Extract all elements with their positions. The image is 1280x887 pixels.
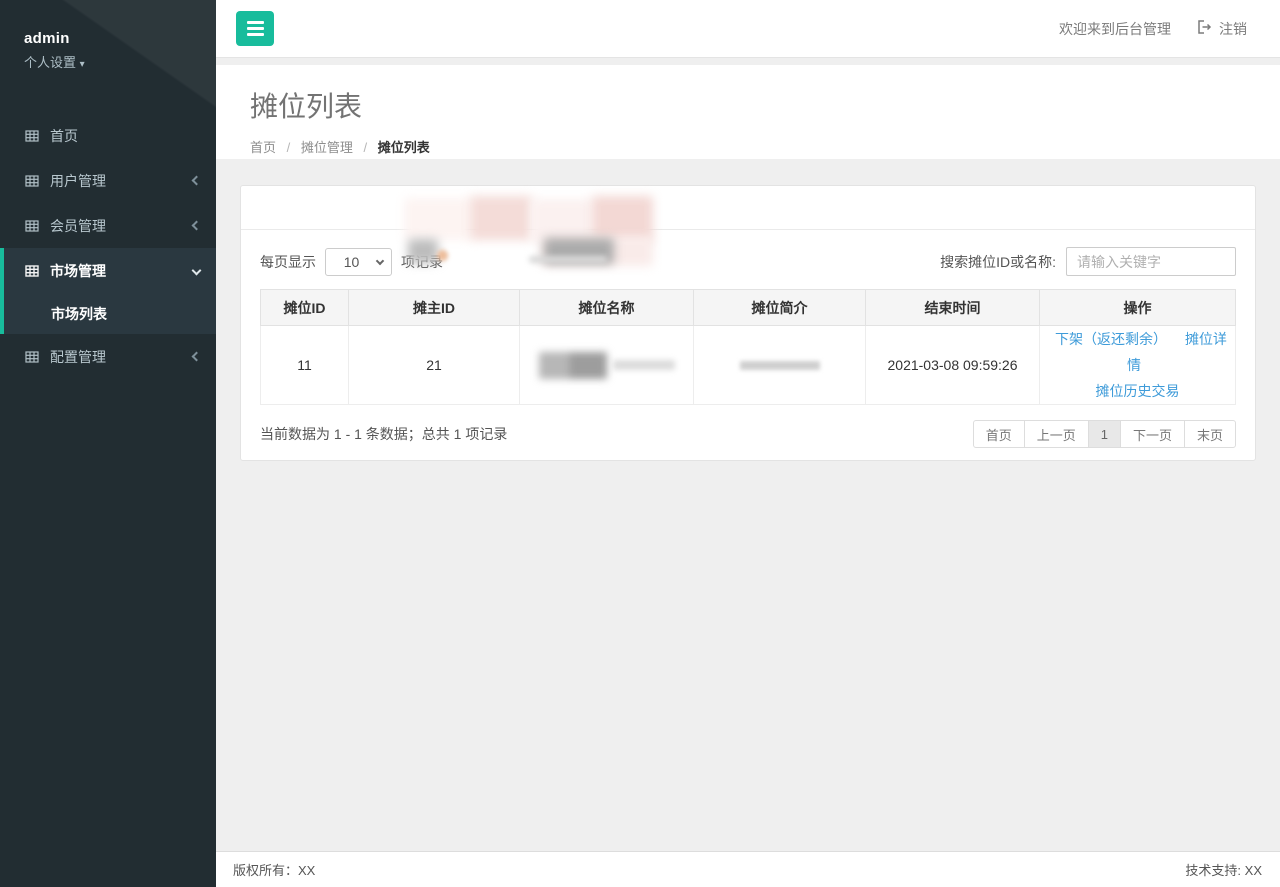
sidebar: admin 个人设置 ▾ 首页 用户管理 (0, 0, 216, 887)
cell-stall-intro (694, 326, 866, 405)
page-header: 摊位列表 首页 / 摊位管理 / 摊位列表 (216, 65, 1280, 159)
user-settings-dropdown[interactable]: 个人设置 ▾ (24, 52, 192, 71)
sidebar-item-label: 用户管理 (50, 171, 182, 191)
sidebar-item-market[interactable]: 市场管理 (0, 248, 216, 293)
sidebar-item-label: 市场管理 (50, 261, 182, 281)
caret-down-icon: ▾ (80, 59, 85, 70)
sidebar-toggle-button[interactable] (236, 11, 274, 46)
logout-link[interactable]: 注销 (1197, 19, 1247, 39)
sidebar-item-label: 会员管理 (50, 216, 182, 236)
sidebar-item-users[interactable]: 用户管理 (0, 158, 216, 203)
col-actions: 操作 (1040, 290, 1236, 326)
sidebar-user-panel: admin 个人设置 ▾ (0, 0, 216, 77)
support-text: 技术支持: XX (1185, 860, 1262, 879)
user-settings-label: 个人设置 (24, 55, 76, 70)
col-owner-id: 摊主ID (349, 290, 520, 326)
stall-list-panel: 每页显示 10 项记录 搜索摊位ID或名称: (240, 185, 1256, 461)
cell-stall-name (520, 326, 694, 405)
table-header-row: 摊位ID 摊主ID 摊位名称 摊位简介 结束时间 操作 (261, 290, 1236, 326)
per-page-suffix: 项记录 (401, 252, 443, 272)
sidebar-group-market: 市场管理 市场列表 (0, 248, 216, 334)
search-control: 搜索摊位ID或名称: (940, 247, 1236, 276)
sidebar-item-label: 配置管理 (50, 347, 182, 367)
table-row: 11 21 2021-03-08 09:59:26 下 (261, 326, 1236, 405)
action-history-link[interactable]: 摊位历史交易 (1096, 383, 1180, 399)
table-toolbar: 每页显示 10 项记录 搜索摊位ID或名称: (260, 247, 1236, 276)
grid-icon (25, 219, 39, 233)
per-page-control: 每页显示 10 项记录 (260, 248, 443, 276)
per-page-prefix: 每页显示 (260, 252, 316, 272)
page-current-button[interactable]: 1 (1088, 420, 1121, 448)
redacted-stall-name (520, 352, 693, 379)
chevron-left-icon (192, 221, 202, 231)
cell-stall-id: 11 (261, 326, 349, 405)
grid-icon (25, 350, 39, 364)
sidebar-item-label: 首页 (50, 126, 200, 146)
sidebar-item-members[interactable]: 会员管理 (0, 203, 216, 248)
col-stall-intro: 摊位简介 (694, 290, 866, 326)
col-end-time: 结束时间 (866, 290, 1040, 326)
records-summary: 当前数据为 1 - 1 条数据；总共 1 项记录 (260, 424, 507, 444)
welcome-text: 欢迎来到后台管理 (1059, 19, 1171, 39)
col-stall-id: 摊位ID (261, 290, 349, 326)
topbar: 欢迎来到后台管理 注销 (216, 0, 1280, 58)
breadcrumb: 首页 / 摊位管理 / 摊位列表 (250, 137, 1280, 156)
logout-label: 注销 (1219, 19, 1247, 39)
sidebar-item-home[interactable]: 首页 (0, 113, 216, 158)
username: admin (24, 30, 192, 47)
chevron-left-icon (192, 176, 202, 186)
cell-end-time: 2021-03-08 09:59:26 (866, 326, 1040, 405)
panel-body: 每页显示 10 项记录 搜索摊位ID或名称: (241, 230, 1255, 448)
action-offline-link[interactable]: 下架（返还剩余） (1055, 331, 1167, 347)
breadcrumb-separator: / (287, 140, 291, 155)
search-input[interactable] (1066, 247, 1236, 276)
copyright-text: 版权所有：XX (233, 860, 315, 879)
page-footer: 版权所有：XX 技术支持: XX (216, 851, 1280, 887)
chevron-left-icon (192, 352, 202, 362)
page-prev-button[interactable]: 上一页 (1024, 420, 1089, 448)
page-first-button[interactable]: 首页 (973, 420, 1025, 448)
chevron-down-icon (192, 266, 202, 276)
redacted-stall-intro (740, 361, 820, 370)
sidebar-subitem-label: 市场列表 (51, 304, 107, 324)
topbar-right: 欢迎来到后台管理 注销 (1059, 0, 1247, 57)
grid-icon (25, 174, 39, 188)
breadcrumb-home[interactable]: 首页 (250, 140, 276, 155)
breadcrumb-section[interactable]: 摊位管理 (301, 140, 353, 155)
per-page-select-wrap: 10 (325, 248, 392, 276)
page-next-button[interactable]: 下一页 (1120, 420, 1185, 448)
sidebar-item-config[interactable]: 配置管理 (0, 334, 216, 379)
per-page-select[interactable]: 10 (325, 248, 392, 276)
sidebar-menu: 首页 用户管理 会员管理 (0, 113, 216, 379)
cell-actions: 下架（返还剩余） 摊位详情 摊位历史交易 (1040, 326, 1236, 405)
breadcrumb-separator: / (364, 140, 368, 155)
search-label: 搜索摊位ID或名称: (940, 252, 1056, 272)
stall-table: 摊位ID 摊主ID 摊位名称 摊位简介 结束时间 操作 11 21 (260, 289, 1236, 405)
page-last-button[interactable]: 末页 (1184, 420, 1236, 448)
page-title: 摊位列表 (250, 85, 1280, 125)
pagination: 首页 上一页 1 下一页 末页 (973, 420, 1236, 448)
logout-icon (1197, 20, 1212, 37)
table-footer: 当前数据为 1 - 1 条数据；总共 1 项记录 首页 上一页 1 下一页 末页 (260, 420, 1236, 448)
grid-icon (25, 264, 39, 278)
cell-owner-id: 21 (349, 326, 520, 405)
panel-heading (241, 186, 1255, 230)
grid-icon (25, 129, 39, 143)
breadcrumb-current: 摊位列表 (378, 140, 430, 155)
col-stall-name: 摊位名称 (520, 290, 694, 326)
sidebar-item-market-list[interactable]: 市场列表 (0, 293, 216, 334)
